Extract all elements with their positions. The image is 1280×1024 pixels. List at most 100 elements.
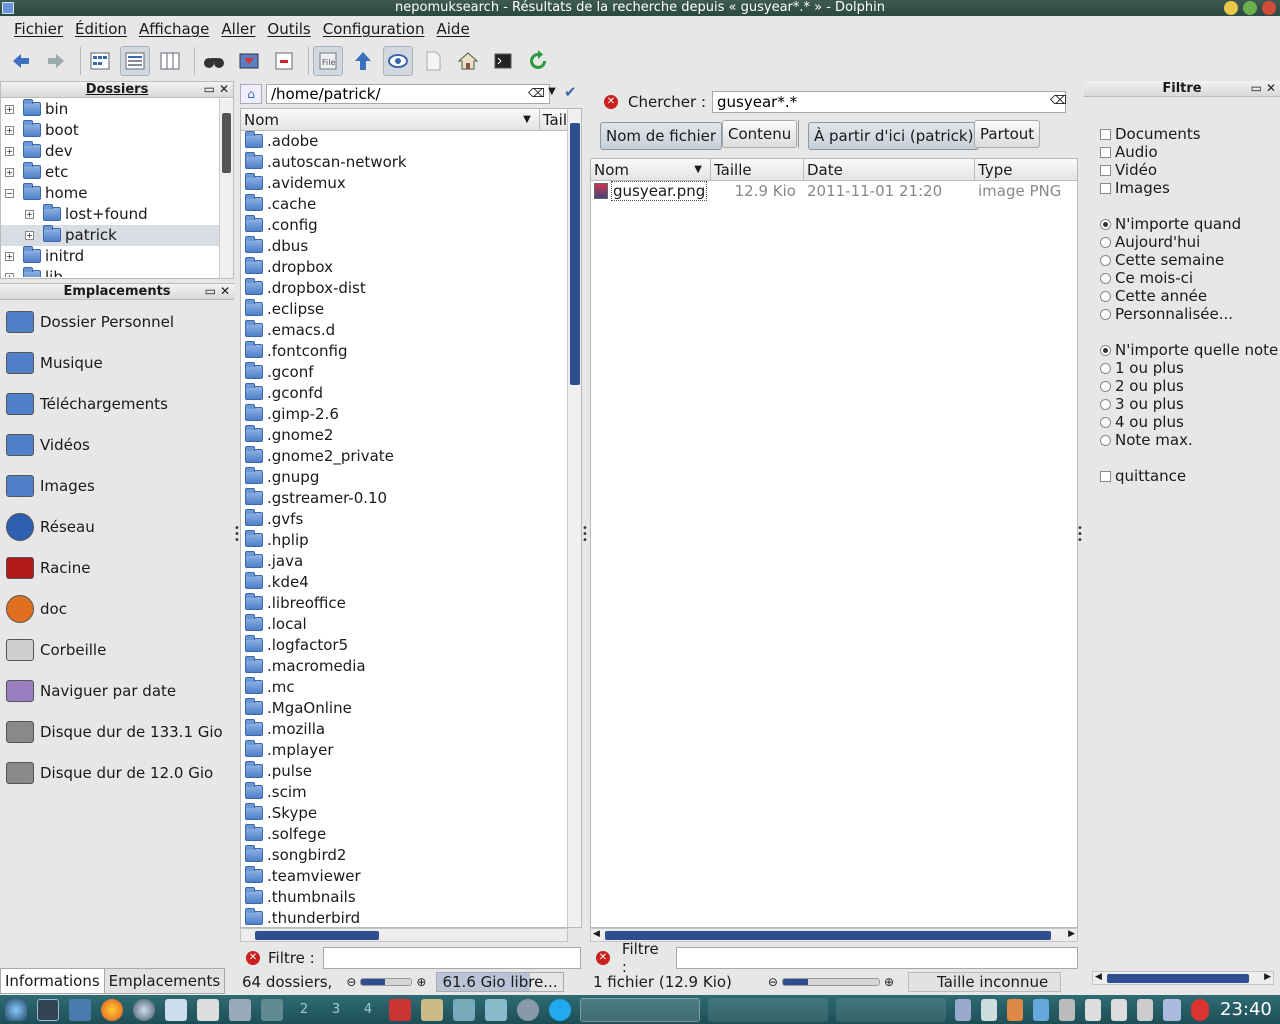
folders-scrollbar[interactable] [219, 99, 233, 278]
place-item[interactable]: Naviguer par date [0, 670, 234, 711]
list-item[interactable]: .gimp-2.6 [241, 404, 581, 425]
path-input[interactable] [266, 84, 550, 104]
radio[interactable] [1100, 345, 1111, 356]
zoom-slider[interactable] [781, 978, 880, 986]
checkbox[interactable] [1100, 183, 1111, 194]
scrollbar-thumb[interactable] [570, 123, 580, 385]
list-item[interactable]: .solfege [241, 824, 581, 845]
app-icon[interactable] [453, 998, 475, 1021]
radio[interactable] [1100, 399, 1111, 410]
dock-float-icon[interactable]: ▭ [1251, 81, 1262, 96]
filter-option[interactable]: 1 ou plus [1100, 359, 1278, 377]
list-item[interactable]: .pulse [241, 761, 581, 782]
place-item[interactable]: Corbeille [0, 629, 234, 670]
desktop-icon[interactable] [69, 998, 91, 1021]
task-button[interactable] [836, 997, 946, 1022]
scrollbar-thumb[interactable] [255, 931, 379, 940]
tree-item[interactable]: + dev [1, 141, 219, 162]
filter-option[interactable]: Note max. [1100, 431, 1278, 449]
browser-icon[interactable] [133, 998, 155, 1021]
scrollbar-thumb[interactable] [222, 113, 231, 173]
list-item[interactable]: .Skype [241, 803, 581, 824]
menu-aide[interactable]: Aide [437, 20, 470, 38]
list-item[interactable]: .thunderbird [241, 908, 581, 927]
splitter-handle[interactable]: • • • [582, 524, 588, 546]
home-icon[interactable] [453, 46, 483, 76]
list-item[interactable]: .libreoffice [241, 593, 581, 614]
list-item[interactable]: .java [241, 551, 581, 572]
content-button[interactable]: Contenu [722, 120, 798, 148]
place-item[interactable]: Images [0, 465, 234, 506]
filter-option[interactable]: Vidéo [1100, 161, 1201, 179]
scissors-icon[interactable] [1085, 998, 1101, 1021]
scroll-left-icon[interactable]: ◀ [593, 929, 600, 939]
column-header-size[interactable]: Tail [540, 109, 567, 130]
radio[interactable] [1100, 237, 1111, 248]
menu-outils[interactable]: Outils [267, 20, 310, 38]
tree-item[interactable]: +lib [1, 267, 219, 277]
table-row[interactable]: gusyear.png 12.9 Kio 2011-11-01 21:20 im… [591, 181, 1077, 202]
place-item[interactable]: Vidéos [0, 424, 234, 465]
eye-icon[interactable] [383, 46, 413, 76]
tray-icon[interactable] [955, 998, 971, 1021]
tree-item[interactable]: + lost+found [1, 204, 219, 225]
zoom-in-icon[interactable]: ⊕ [416, 975, 426, 989]
filter-option[interactable]: 4 ou plus [1100, 413, 1278, 431]
checkbox[interactable] [1100, 129, 1111, 140]
up-icon[interactable] [348, 46, 378, 76]
lock-icon[interactable] [1163, 998, 1181, 1021]
forward-icon[interactable] [41, 46, 71, 76]
list-item[interactable]: .hplip [241, 530, 581, 551]
filter-option[interactable]: Personnalisée... [1100, 305, 1241, 323]
menu-affichage[interactable]: Affichage [139, 20, 209, 38]
filter-option[interactable]: Cette année [1100, 287, 1241, 305]
filter-option[interactable]: Images [1100, 179, 1201, 197]
tree-item[interactable]: + boot [1, 120, 219, 141]
filter-option[interactable]: Cette semaine [1100, 251, 1241, 269]
dock-close-icon[interactable]: ✕ [219, 82, 229, 97]
list-item[interactable]: .mozilla [241, 719, 581, 740]
tree-item[interactable]: + initrd [1, 246, 219, 267]
desktop-pager-4[interactable]: 4 [357, 999, 379, 1021]
checkbox[interactable] [1100, 147, 1111, 158]
app-icon[interactable] [389, 998, 411, 1021]
tree-item-selected[interactable]: + patrick [1, 225, 219, 246]
list-item[interactable]: .dropbox [241, 257, 581, 278]
place-item[interactable]: Téléchargements [0, 383, 234, 424]
left-hscrollbar[interactable] [240, 928, 568, 942]
list-item[interactable]: .kde4 [241, 572, 581, 593]
close-filter-icon[interactable]: ✕ [596, 951, 610, 965]
tree-item[interactable]: + etc [1, 162, 219, 183]
clock[interactable]: 23:40 [1220, 999, 1272, 1020]
radio[interactable] [1100, 309, 1111, 320]
list-item[interactable]: .emacs.d [241, 320, 581, 341]
tab-emplacements[interactable]: Emplacements [104, 968, 226, 994]
radio[interactable] [1100, 291, 1111, 302]
radio[interactable] [1100, 273, 1111, 284]
minimize-button[interactable] [1224, 1, 1238, 15]
filename-button[interactable]: Nom de fichier [600, 122, 723, 150]
list-item[interactable]: .gconf [241, 362, 581, 383]
path-dropdown-icon[interactable]: ▼ [548, 86, 556, 97]
place-item[interactable]: Disque dur de 12.0 Gio [0, 752, 234, 793]
zoom-out-icon[interactable]: ⊖ [346, 975, 356, 989]
left-filter-input[interactable] [322, 947, 581, 969]
menu-edition[interactable]: Édition [75, 20, 127, 38]
tools-icon[interactable] [421, 998, 443, 1021]
radio[interactable] [1100, 219, 1111, 230]
place-item[interactable]: Disque dur de 133.1 Gio [0, 711, 234, 752]
menu-fichier[interactable]: Fichier [14, 20, 63, 38]
radio[interactable] [1100, 381, 1111, 392]
right-filter-input[interactable] [676, 947, 1079, 969]
clear-search-icon[interactable]: ⌫ [1050, 93, 1067, 107]
icons-view-icon[interactable] [85, 46, 115, 76]
free-space-indicator[interactable]: 61.6 Gio libre... [436, 972, 564, 992]
menu-configuration[interactable]: Configuration [323, 20, 425, 38]
filter-option[interactable]: Audio [1100, 143, 1201, 161]
power-icon[interactable] [1191, 998, 1209, 1021]
list-item[interactable]: .gstreamer-0.10 [241, 488, 581, 509]
tree-item[interactable]: + bin [1, 99, 219, 120]
list-item[interactable]: .adobe [241, 131, 581, 152]
list-item[interactable]: .mplayer [241, 740, 581, 761]
tray-icon[interactable] [1033, 998, 1049, 1021]
